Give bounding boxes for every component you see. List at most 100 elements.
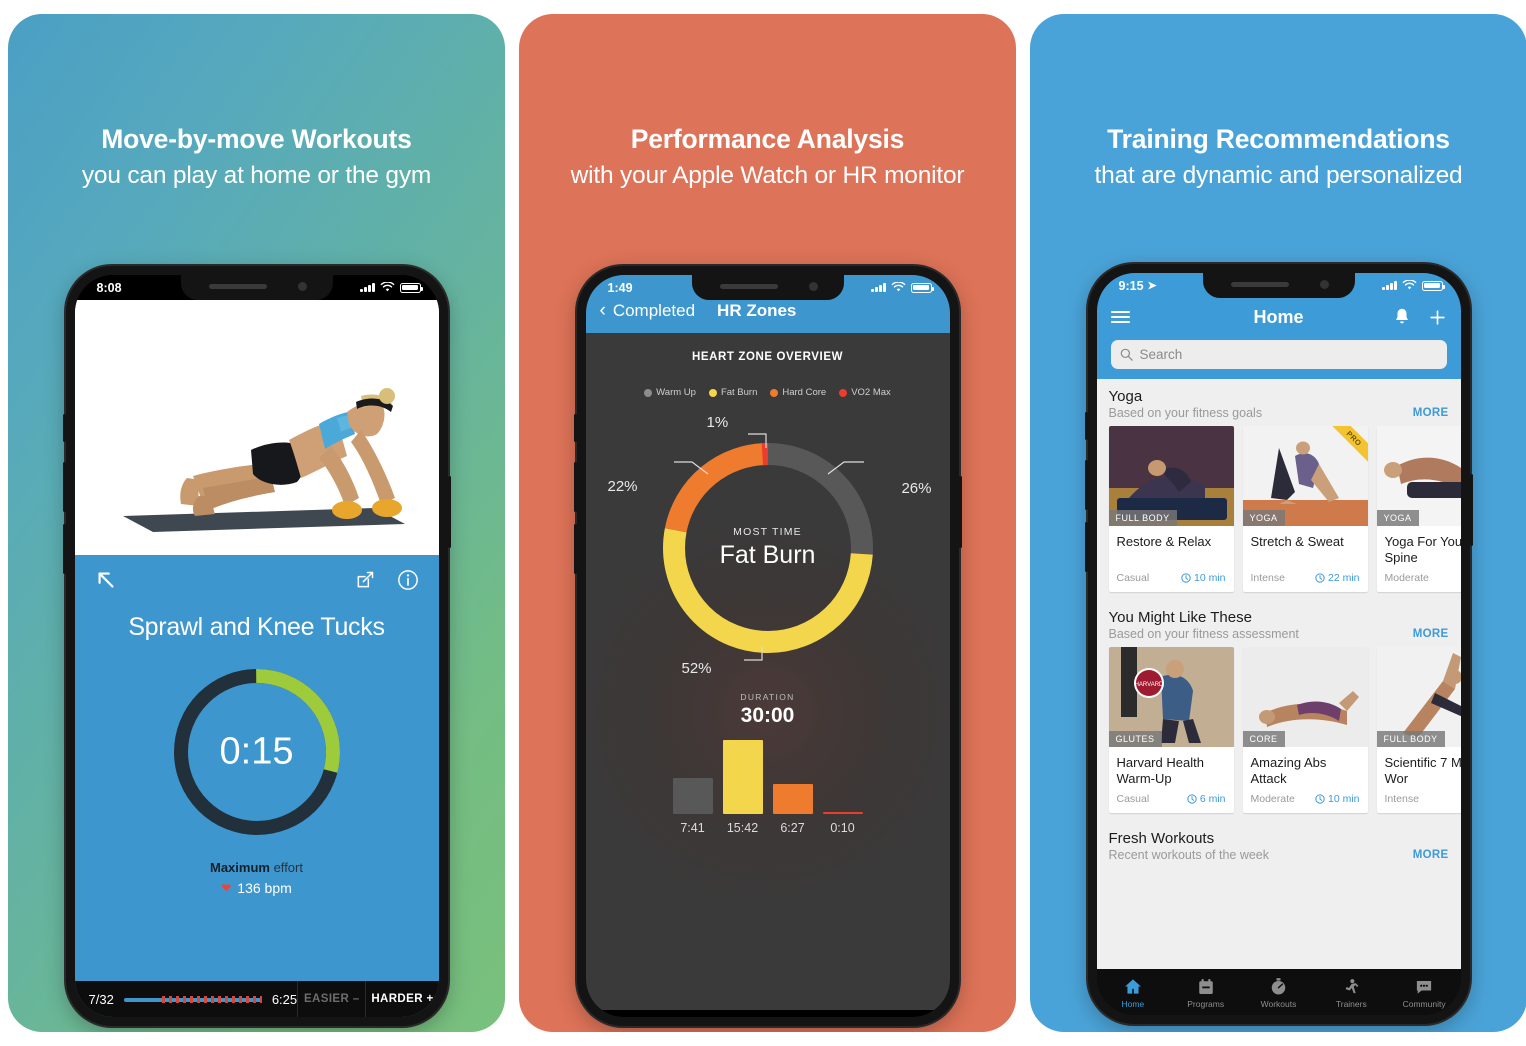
home-icon [1097, 977, 1170, 997]
edit-square-icon[interactable] [355, 570, 375, 590]
panel-3-headline-block: Training Recommendations that are dynami… [1030, 124, 1526, 190]
phone-1-screen: 8:08 Sprawl and Knee Tucks 0:15 Maximum … [74, 275, 439, 1017]
info-circle-icon[interactable] [397, 569, 419, 591]
workout-card[interactable]: FULL BODY Restore & Relax Casual 10 min [1108, 426, 1234, 592]
panel-2-subheadline: with your Apple Watch or HR monitor [570, 162, 965, 189]
back-button[interactable]: ‹ Completed [600, 300, 696, 322]
legend-swatch-warm-up [644, 388, 653, 397]
card-tag: GLUTES [1108, 731, 1162, 747]
section-more-button[interactable]: MORE [1413, 407, 1449, 419]
tab-programs[interactable]: Programs [1169, 977, 1242, 1009]
app-store-screenshot-set: Move-by-move Workouts you can play at ho… [0, 0, 1526, 1046]
bell-icon[interactable] [1393, 307, 1411, 327]
card-meta: Casual 10 min [1109, 572, 1234, 592]
workout-card[interactable]: HARVARD GLUTES Harvard Health Warm-Up Ca… [1108, 647, 1234, 813]
legend-swatch-vo2-max [839, 388, 848, 397]
hamburger-menu-icon[interactable] [1110, 307, 1130, 327]
plus-icon[interactable] [1428, 308, 1447, 327]
tab-workouts[interactable]: Workouts [1242, 977, 1315, 1009]
tab-label: Programs [1187, 999, 1225, 1009]
card-level: Moderate [1250, 793, 1295, 805]
runner-icon [1315, 977, 1388, 997]
phone-3-screen: 9:15 ➤ Home Search Yoga Based on your fi… [1096, 273, 1461, 1015]
duration-label: DURATION [740, 692, 795, 702]
phone-mockup-3: 9:15 ➤ Home Search Yoga Based on your fi… [1084, 264, 1473, 1024]
section-header-yoga: Yoga Based on your fitness goals MORE [1096, 379, 1461, 426]
card-title: Amazing Abs Attack [1250, 755, 1327, 787]
workout-card[interactable]: YOGA Yoga For Your Spine Moderate [1376, 426, 1461, 592]
effort-level: Maximum [210, 860, 270, 875]
battery-icon [1421, 280, 1445, 291]
cellular-signal-icon [360, 283, 375, 292]
zone-duration-bar-chart [586, 740, 950, 814]
card-thumbnail: CORE [1242, 647, 1368, 747]
cellular-signal-icon [871, 283, 886, 292]
bpm-value: 136 bpm [237, 880, 292, 896]
wifi-icon [891, 282, 905, 292]
bar-label-warm-up: 7:41 [680, 821, 705, 835]
phone-notch [180, 275, 333, 300]
tab-label: Trainers [1335, 999, 1367, 1009]
bar-col-warm-up [672, 740, 713, 814]
status-time: 1:49 [607, 280, 633, 295]
card-meta: Intense [1377, 793, 1461, 813]
exercise-count: 7/32 [88, 991, 114, 1007]
legend-item-vo2-max: VO2 Max [839, 387, 891, 398]
legend-swatch-fat-burn [708, 388, 717, 397]
donut-center-readout: MOST TIME Fat Burn [652, 526, 884, 570]
hr-nav-bar: ‹ Completed HR Zones [585, 300, 950, 333]
search-input[interactable]: Search [1110, 340, 1447, 369]
panel-move-by-move-workouts: Move-by-move Workouts you can play at ho… [8, 14, 505, 1032]
phone-2-screen: 1:49 ‹ Completed HR Zones HEART ZONE OVE… [585, 275, 950, 1017]
card-tag: YOGA [1242, 510, 1285, 526]
card-duration: 6 min [1187, 793, 1226, 805]
card-duration: 10 min [1315, 793, 1360, 805]
arrow-up-left-icon[interactable] [95, 569, 117, 591]
card-level: Intense [1384, 793, 1419, 805]
card-tag: FULL BODY [1108, 510, 1177, 526]
clock-icon [1315, 573, 1325, 583]
section-more-button[interactable]: MORE [1413, 849, 1449, 861]
card-duration: 22 min [1315, 572, 1360, 584]
card-level: Casual [1116, 572, 1150, 584]
section-title: Yoga [1108, 388, 1143, 405]
panel-training-recommendations: Training Recommendations that are dynami… [1030, 14, 1526, 1032]
card-title: Scientific 7 Minute Wor [1384, 755, 1461, 787]
effort-suffix: effort [269, 860, 303, 875]
home-feed[interactable]: Yoga Based on your fitness goals MORE FU… [1096, 379, 1461, 969]
tab-label: Workouts [1260, 999, 1297, 1009]
workout-card[interactable]: CORE Amazing Abs Attack Moderate 10 min [1242, 647, 1368, 813]
workout-card[interactable]: PRO YOGA Stretch & Sweat Intense 22 min [1242, 426, 1368, 592]
legend-item-fat-burn: Fat Burn [708, 387, 757, 398]
workout-progress-bar[interactable] [123, 995, 262, 1003]
section-subtitle: Recent workouts of the week [1108, 848, 1270, 862]
tab-community[interactable]: Community [1388, 977, 1461, 1009]
card-meta: Casual 6 min [1109, 793, 1234, 813]
section-more-button[interactable]: MORE [1413, 628, 1449, 640]
legend-item-hard-core: Hard Core [770, 387, 826, 398]
card-meta: Moderate 10 min [1243, 793, 1368, 813]
panel-2-headline-block: Performance Analysis with your Apple Wat… [519, 124, 1016, 190]
tab-trainers[interactable]: Trainers [1315, 977, 1388, 1009]
harder-button[interactable]: HARDER + [365, 981, 438, 1017]
section-subtitle: Based on your fitness assessment [1108, 627, 1299, 641]
phone-notch [1202, 273, 1355, 298]
clock-icon [1315, 794, 1325, 804]
tab-home[interactable]: Home [1097, 977, 1170, 1009]
panel-3-subheadline: that are dynamic and personalized [1094, 162, 1463, 189]
phone-mockup-1: 8:08 Sprawl and Knee Tucks 0:15 Maximum … [62, 266, 451, 1026]
exercise-title: Sprawl and Knee Tucks [128, 613, 385, 641]
status-time: 9:15 [1118, 278, 1144, 293]
legend-label-warm-up: Warm Up [656, 387, 696, 398]
card-title: Yoga For Your Spine [1384, 534, 1461, 566]
section-header-fresh-workouts: Fresh Workouts Recent workouts of the we… [1096, 821, 1461, 868]
phone-notch [691, 275, 844, 300]
workout-card[interactable]: FULL BODY Scientific 7 Minute Wor Intens… [1376, 647, 1461, 813]
wifi-icon [1402, 280, 1416, 290]
panel-1-headline-block: Move-by-move Workouts you can play at ho… [8, 124, 505, 190]
svg-text:HARVARD: HARVARD [1134, 682, 1163, 688]
card-duration-text: 10 min [1327, 793, 1360, 805]
legend-item-warm-up: Warm Up [644, 387, 696, 398]
easier-button[interactable]: EASIER – [297, 981, 365, 1017]
bottom-tab-bar: Home Programs Workouts Trainers Communit… [1096, 969, 1461, 1015]
